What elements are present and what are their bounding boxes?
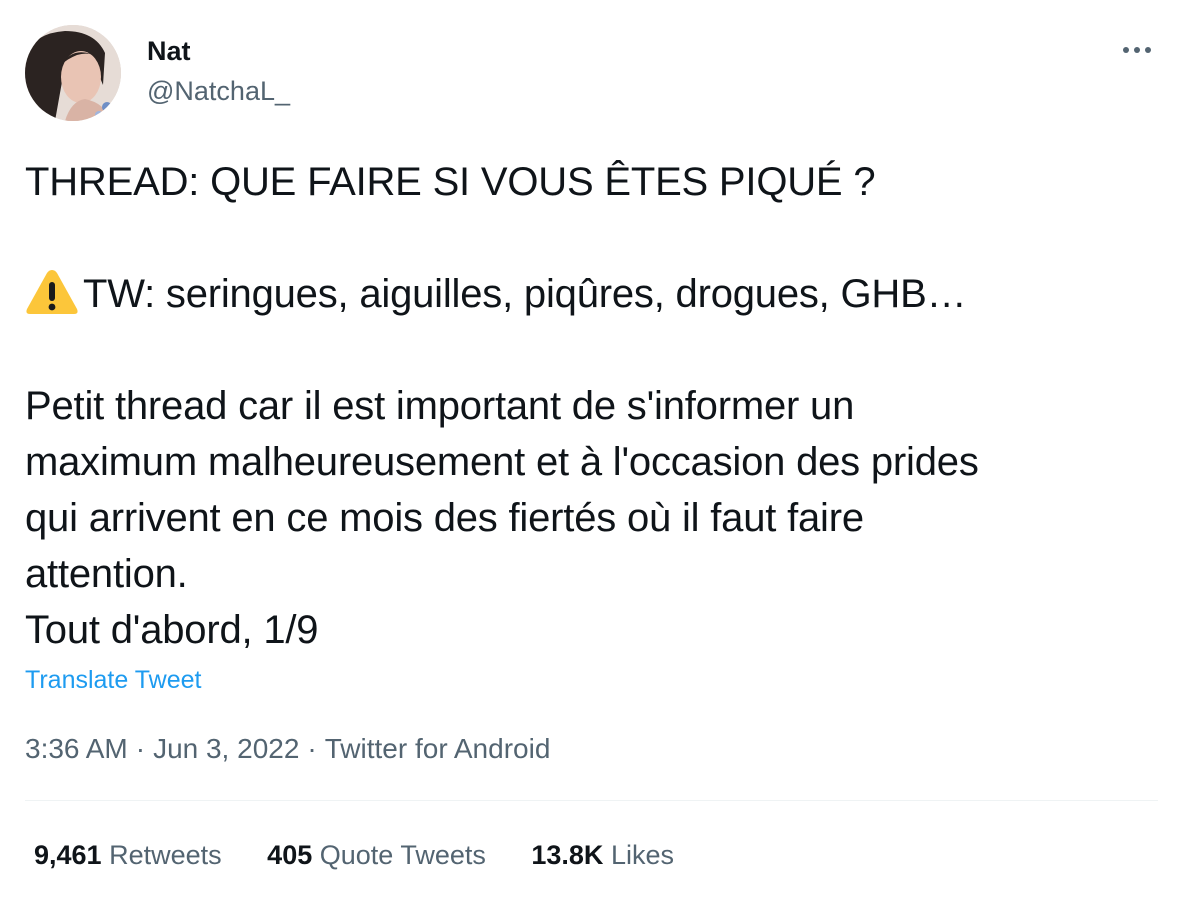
tweet-time[interactable]: 3:36 AM (25, 733, 128, 764)
quote-tweets-count: 405 (267, 840, 313, 870)
retweets-label: Retweets (109, 840, 222, 870)
tweet-text: THREAD: QUE FAIRE SI VOUS ÊTES PIQUÉ ? T… (25, 154, 1160, 658)
tweet-meta: 3:36 AM · Jun 3, 2022 · Twitter for Android (25, 731, 550, 767)
avatar-image (25, 25, 121, 121)
tweet-text-line: maximum malheureusement et à l'occasion … (25, 440, 979, 484)
retweets-count: 9,461 (34, 840, 102, 870)
tweet-stats: 9,461 Retweets 405 Quote Tweets 13.8K Li… (34, 838, 712, 872)
tweet-source: Twitter for Android (324, 733, 551, 764)
tweet-text-line: attention. (25, 552, 188, 596)
tweet-text-line: Tout d'abord, 1/9 (25, 608, 319, 652)
quote-tweets-stat[interactable]: 405 Quote Tweets (267, 838, 486, 872)
likes-count: 13.8K (531, 840, 604, 870)
author-display-name[interactable]: Nat (147, 34, 191, 68)
retweets-stat[interactable]: 9,461 Retweets (34, 838, 222, 872)
likes-stat[interactable]: 13.8K Likes (531, 838, 674, 872)
tweet-text-line: TW: seringues, aiguilles, piqûres, drogu… (25, 266, 1160, 322)
likes-label: Likes (610, 840, 674, 870)
meta-separator: · (135, 733, 146, 764)
tweet-text-line: Petit thread car il est important de s'i… (25, 384, 855, 428)
meta-separator: · (307, 733, 317, 764)
tweet-date[interactable]: Jun 3, 2022 (153, 733, 299, 764)
tweet-text-line: qui arrivent en ce mois des fiertés où i… (25, 496, 864, 540)
tweet-text-line-content: TW: seringues, aiguilles, piqûres, drogu… (83, 272, 967, 316)
translate-tweet-link[interactable]: Translate Tweet (25, 664, 201, 696)
more-options-icon[interactable] (1117, 32, 1157, 68)
divider (25, 800, 1158, 801)
quote-tweets-label: Quote Tweets (319, 840, 486, 870)
tweet-card: Nat @NatchaL_ THREAD: QUE FAIRE SI VOUS … (0, 0, 1182, 898)
avatar[interactable] (25, 25, 121, 121)
tweet-text-line: THREAD: QUE FAIRE SI VOUS ÊTES PIQUÉ ? (25, 160, 876, 204)
author-handle[interactable]: @NatchaL_ (147, 74, 290, 108)
warning-icon (25, 267, 79, 317)
